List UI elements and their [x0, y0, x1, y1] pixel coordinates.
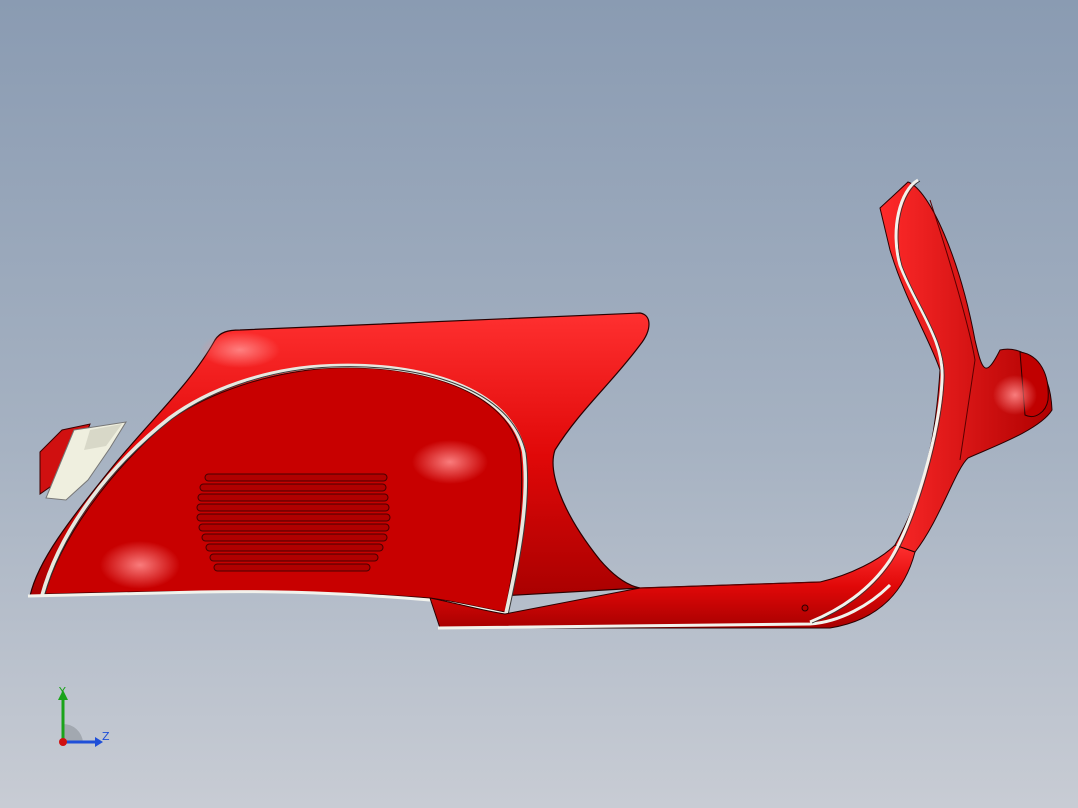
triad-graphic — [58, 690, 103, 747]
x-axis-dot — [59, 738, 67, 746]
reflection-highlight — [993, 375, 1037, 415]
scooter-body-model[interactable] — [0, 0, 1078, 808]
orientation-triad[interactable]: Y Z — [45, 684, 125, 754]
triad-y-label: Y — [59, 685, 66, 698]
graphics-viewport[interactable]: Y Z — [0, 0, 1078, 808]
reflection-highlight — [200, 332, 280, 368]
reflection-highlight — [412, 440, 488, 484]
triad-z-label: Z — [102, 730, 110, 743]
reflection-highlight — [100, 541, 180, 589]
floorboard-bolt — [801, 604, 809, 612]
